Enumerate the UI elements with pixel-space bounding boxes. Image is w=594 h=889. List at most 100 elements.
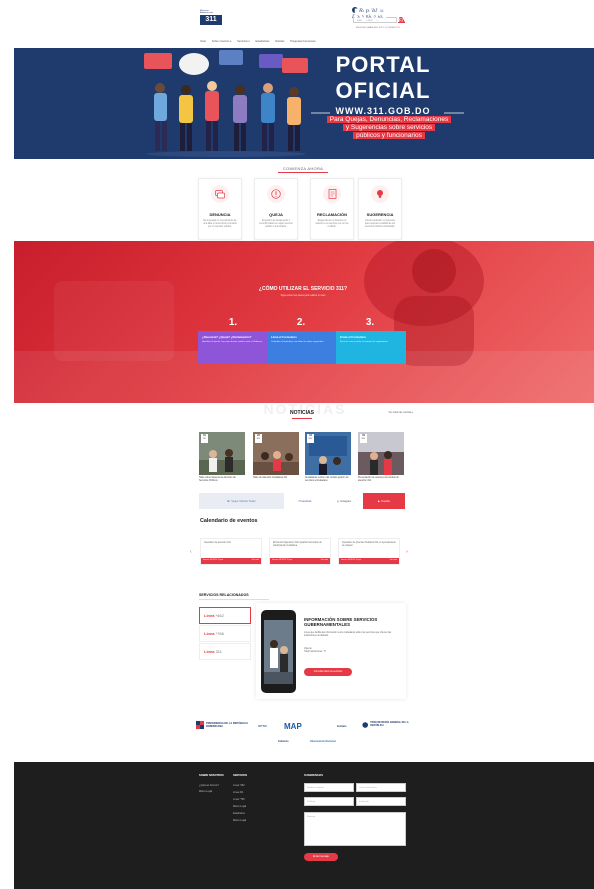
all-news-link[interactable]: Ver todas las noticias ▸ (373, 411, 413, 414)
card-queja[interactable]: QUEJA Expresión de desacuerdo o inconfor… (254, 178, 298, 240)
hero-sub-line3: públicos y funcionarios (353, 132, 425, 139)
hero-line2: PORTAL OFICIAL (335, 52, 431, 103)
event-card[interactable]: Operativo de atención 311 Jueves 10 NOV … (200, 538, 262, 565)
footer-about-title: SOBRE NOSOTROS (199, 774, 224, 777)
news-title: Presentación de avances del modelo de at… (358, 477, 399, 483)
noticias-title: NOTICIAS (290, 410, 314, 416)
document-icon (323, 185, 341, 203)
event-footer: Jueves 10 NOV 11 pm Ver más (201, 558, 261, 564)
footer-link[interactable]: Línea *766 (233, 798, 245, 801)
card-denuncia[interactable]: DENUNCIA Es la puesta en conocimiento de… (198, 178, 242, 240)
servicios-title: SERVICIOS RELACIONADOS (199, 593, 249, 597)
footer-link[interactable]: Línea 311 (233, 791, 243, 794)
step-3[interactable]: Envía el Formulario Envía tu caso y reci… (336, 331, 406, 364)
linea-766-tab[interactable]: Línea *766 (199, 625, 251, 642)
twitter-follow-button[interactable]: 🐦 Seguir 311Gob Twitter (199, 493, 284, 509)
comienza-title: COMIENZA AHORA (282, 166, 324, 171)
nav-item-noticias[interactable]: Noticias (275, 40, 284, 43)
step-description: Envía tu caso y recibe el número de segu… (340, 341, 388, 343)
card-description: Expresión de desacuerdo o inconformidad … (259, 220, 293, 229)
divider (278, 172, 328, 173)
hero-url: WWW.311.GOB.DO (335, 106, 431, 116)
instituto-logo[interactable]: Instituto (337, 720, 355, 732)
exclamation-icon (267, 185, 285, 203)
twitter-icon: 🐦 (227, 499, 231, 503)
footer-link[interactable]: Marco Legal (199, 790, 212, 793)
chevron-right-icon[interactable]: › (406, 549, 408, 555)
card-label: RECLAMACIÓN (317, 212, 347, 217)
nav-item-estadisticas[interactable]: Estadísticas (255, 40, 269, 43)
card-label: SUGERENCIA (366, 212, 394, 217)
card-description: Recomendación o propuesta para mejorar l… (364, 220, 396, 229)
event-title: Operativo de Quemas Solicitud 311 en Ayu… (342, 542, 396, 547)
presidencia-logo[interactable]: PRESIDENCIA DE LA REPÚBLICA DOMINICANA (196, 718, 254, 732)
email-field[interactable]: Correo electrónico (356, 783, 406, 792)
procuraduria-logo[interactable]: PROCURADURÍA GENERAL DE LA REPÚBLICA (362, 718, 412, 732)
instagram-link[interactable]: ◎ Instagram (326, 493, 362, 509)
step-title: Envía el Formulario (340, 335, 366, 339)
news-date: 22 NOV (255, 434, 262, 443)
message-field[interactable]: Mensaje (304, 812, 406, 846)
footer-services-title: SERVICIOS (233, 774, 248, 777)
youtube-icon: ▶ (377, 499, 380, 503)
facebook-icon: f (298, 499, 300, 503)
nav-item-servicios[interactable]: Servicios ▾ (237, 40, 250, 43)
nav-item-inicio[interactable]: Inicio (200, 40, 206, 43)
event-card[interactable]: El Director Ejecutivo 311 impartirá Semi… (269, 538, 331, 565)
divider (292, 418, 312, 419)
flag-icon (196, 720, 205, 730)
news-item[interactable]: 22 NOV Taller de Atención Ciudadana 311 (253, 432, 299, 480)
linea-462-tab[interactable]: Línea *462 (199, 607, 251, 624)
footer-link[interactable]: Marco Legal (233, 805, 246, 808)
footer-link[interactable]: Línea *462 (233, 784, 245, 787)
news-item[interactable]: 10 DIC Taller sobre Sistema de Atención d… (199, 432, 245, 483)
linea-311-tab[interactable]: Línea 311 (199, 643, 251, 660)
step-1[interactable]: ¿Denuncia? ¿Queja? ¿Reclamación? Identif… (198, 331, 268, 364)
facebook-link[interactable]: f Facebook (285, 493, 325, 509)
howto-subtitle: Sigue estos tres pasos para realizar tu … (280, 295, 326, 297)
news-image: 22 NOV (253, 432, 299, 475)
observatorio-logo[interactable]: Observatorio Nacional (310, 735, 360, 747)
step-description: Identifica el tipo de caso que deseas re… (202, 341, 263, 343)
map-logo[interactable]: MAP (284, 720, 328, 732)
step-number: 2. (296, 317, 306, 328)
hero-line1: BIENVENIDO AL (318, 6, 448, 49)
event-title: El Director Ejecutivo 311 impartirá Semi… (273, 542, 322, 547)
optic-logo[interactable]: OPTIC (258, 720, 280, 732)
service-info-meta: Vigente Total Instituciones: 77 (304, 648, 327, 654)
step-2[interactable]: Llena el Formulario Completa el formular… (267, 331, 337, 364)
card-reclamacion[interactable]: RECLAMACIÓN Exigencia de un derecho en r… (310, 178, 354, 240)
twitter-label: Seguir 311Gob Twitter (231, 499, 256, 503)
institution-field[interactable]: Institución (356, 797, 406, 806)
logo-311[interactable]: Ministerio Administración 311 (200, 10, 222, 26)
send-message-button[interactable]: Enviar mensaje (304, 853, 338, 861)
news-title: Ciudadanos reciben del modelo gestión de… (305, 477, 349, 483)
footer-link[interactable]: Marco Legal (233, 819, 246, 822)
consulta-servicios-button[interactable]: Consulta todos los servicios (304, 668, 352, 676)
youtube-label: Youtube (380, 499, 391, 503)
divider (199, 599, 269, 600)
event-card[interactable]: Operativo de Quemas Solicitud 311 en Ayu… (338, 538, 400, 565)
event-title: Operativo de atención 311 (204, 542, 231, 544)
footer-link[interactable]: ¿Quiénes Somos? (199, 784, 219, 787)
news-item[interactable]: 04 NOV Presentación de avances del modelo… (358, 432, 404, 483)
gobierno-logo[interactable]: Gobierno (278, 736, 302, 746)
phone-field[interactable]: Teléfono (304, 797, 354, 806)
seal-icon (362, 722, 368, 728)
card-sugerencia[interactable]: SUGERENCIA Recomendación o propuesta par… (358, 178, 402, 240)
footer-link[interactable]: Estadística (233, 812, 245, 815)
event-footer: Jueves 10 NOV 11 pm Ver más (270, 558, 330, 564)
card-description: Exigencia de un derecho en relación a un… (315, 220, 349, 229)
youtube-link[interactable]: ▶ Youtube (363, 493, 405, 509)
news-image: 10 DIC (199, 432, 245, 475)
nav-item-sobre-nosotros[interactable]: Sobre nosotros ▾ (212, 40, 232, 43)
footer-form-title: SUGERENCIAS (304, 774, 324, 777)
card-description: Es la puesta en conocimiento de una falt… (203, 220, 237, 229)
chevron-left-icon[interactable]: ‹ (190, 549, 192, 555)
news-image: 04 NOV (358, 432, 404, 475)
calendar-title: Calendario de eventos (200, 518, 258, 524)
service-info-title: INFORMACIÓN SOBRE SERVICIOS GUBERNAMENTA… (304, 617, 378, 628)
news-item[interactable]: 18 NOV Ciudadanos reciben del modelo gest… (305, 432, 351, 483)
name-field[interactable]: Nombre completo (304, 783, 354, 792)
step-title: Llena el Formulario (271, 335, 297, 339)
